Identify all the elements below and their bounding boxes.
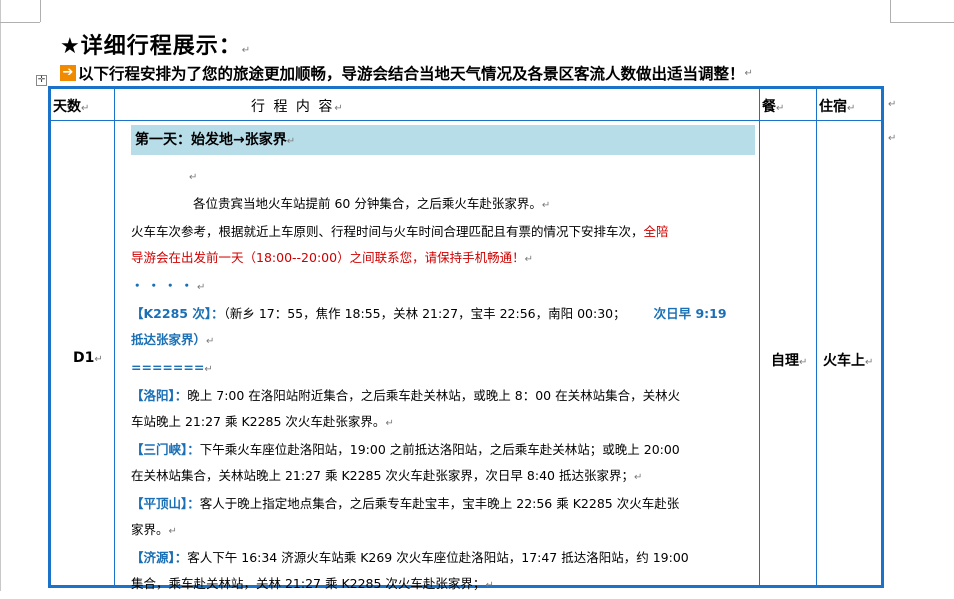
page-edge bbox=[0, 0, 1, 591]
table-move-handle-icon[interactable]: ✛ bbox=[36, 75, 47, 86]
column-divider bbox=[114, 89, 115, 585]
meal-value: 自理↵ bbox=[771, 353, 808, 369]
dot-separator: ・・・・↵ bbox=[131, 278, 210, 293]
sanmenxia-paragraph: 【三门峡】：下午乘火车座位赴洛阳站，19:00 之前抵达洛阳站，之后乘车赴关林站… bbox=[131, 442, 680, 457]
row-end-mark: ↵ bbox=[888, 99, 897, 110]
page-title: ★详细行程展示：↵ bbox=[60, 28, 251, 60]
crop-mark-right bbox=[890, 22, 954, 23]
jiyuan-paragraph: 【济源】：客人下午 16:34 济源火车站乘 K269 次火车座位赴洛阳站，17… bbox=[131, 550, 689, 565]
header-divider bbox=[51, 120, 881, 121]
k2285-schedule: 【K2285 次】：（新乡 17：55，焦作 18:55，关林 21:27，宝丰… bbox=[131, 306, 727, 321]
luoyang-paragraph: 【洛阳】：晚上 7:00 在洛阳站附近集合，之后乘车赴关林站，或晚上 8：00 … bbox=[131, 388, 681, 403]
page-title-text: ★详细行程展示： bbox=[60, 34, 242, 59]
crop-mark-left bbox=[0, 22, 40, 23]
jiyuan-paragraph-cont: 集合，乘车赴关林站，关林 21:27 乘 K2285 次火车赴张家界；↵ bbox=[131, 576, 494, 591]
crop-mark-left-vertical bbox=[40, 0, 41, 22]
column-divider bbox=[759, 89, 760, 585]
paragraph-mark: ↵ bbox=[241, 45, 252, 56]
paragraph-mark: ↵ bbox=[744, 67, 753, 79]
header-content: 行 程 内 容↵ bbox=[251, 99, 345, 115]
sanmenxia-paragraph-cont: 在关林站集合，关林站晚上 21:27 乘 K2285 次火车赴张家界，次日早 8… bbox=[131, 468, 643, 483]
itinerary-content: 第一天：始发地→张家界↵ ↵ 各位贵宾当地火车站提前 60 分钟集合，之后乘火车… bbox=[131, 125, 755, 599]
luoyang-paragraph-cont: 车站晚上 21:27 乘 K2285 次火车赴张家界。↵ bbox=[131, 414, 394, 429]
itinerary-table: 天数↵ 行 程 内 容↵ 餐↵ 住宿↵ D1↵ 自理↵ 火车上↵ 第一天：始发地… bbox=[48, 86, 884, 591]
k2285-arrival: 抵达张家界）↵ bbox=[131, 332, 215, 347]
empty-paragraph: ↵ bbox=[189, 172, 198, 183]
orange-arrow-icon: ➔ bbox=[60, 65, 76, 81]
day-number: D1↵ bbox=[73, 350, 103, 366]
column-divider bbox=[816, 89, 817, 585]
lodging-value: 火车上↵ bbox=[823, 353, 874, 369]
notice-text: 以下行程安排为了您的旅途更加顺畅，导游会结合当地天气情况及各景区客流人数做出适当… bbox=[78, 65, 745, 83]
header-day: 天数↵ bbox=[53, 99, 90, 115]
notice-line: ➔ 以下行程安排为了您的旅途更加顺畅，导游会结合当地天气情况及各景区客流人数做出… bbox=[60, 62, 753, 84]
guide-contact-notice: 导游会在出发前一天（18:00--20:00）之间联系您，请保持手机畅通！↵ bbox=[131, 250, 533, 265]
header-lodging: 住宿↵ bbox=[819, 99, 856, 115]
gather-text: 各位贵宾当地火车站提前 60 分钟集合，之后乘火车赴张家界。↵ bbox=[193, 196, 551, 211]
pingdingshan-paragraph-cont: 家界。↵ bbox=[131, 522, 177, 537]
crop-mark-right-vertical bbox=[890, 0, 891, 22]
pingdingshan-paragraph: 【平顶山】：客人于晚上指定地点集合，之后乘专车赴宝丰，宝丰晚上 22:56 乘 … bbox=[131, 496, 680, 511]
divider-text: =======↵ bbox=[131, 360, 213, 375]
header-meal: 餐↵ bbox=[762, 99, 785, 115]
day-title: 第一天：始发地→张家界↵ bbox=[131, 125, 755, 155]
row-end-mark: ↵ bbox=[888, 133, 897, 144]
train-reference-text: 火车车次参考，根据就近上车原则、行程时间与火车时间合理匹配且有票的情况下安排车次… bbox=[131, 224, 669, 239]
